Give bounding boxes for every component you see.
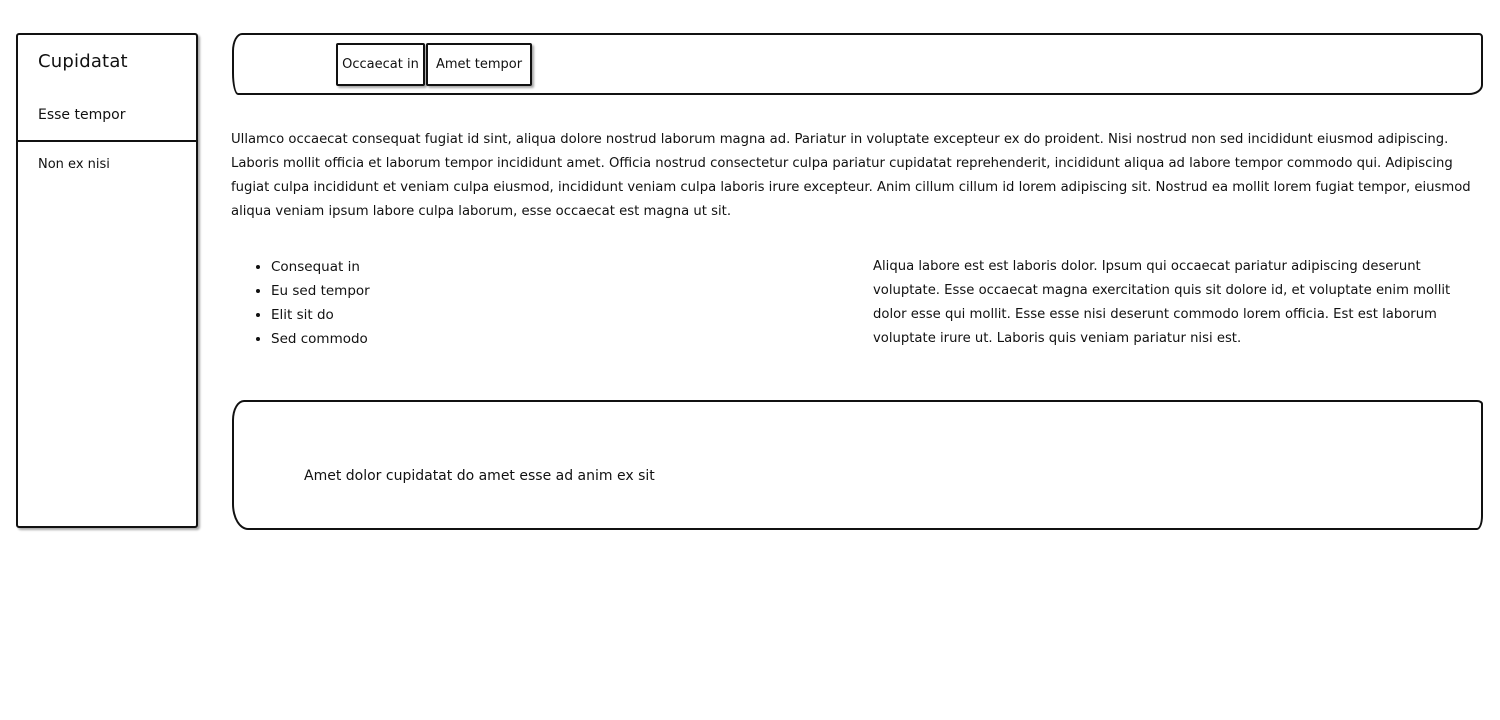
- list-item: Eu sed tempor: [271, 279, 370, 303]
- sidebar-item-non-ex-nisi[interactable]: Non ex nisi: [38, 157, 110, 172]
- side-paragraph: Aliqua labore est est laboris dolor. Ips…: [873, 259, 1451, 346]
- sidebar-item-esse-tempor[interactable]: Esse tempor: [38, 107, 125, 123]
- top-navbar: Occaecat in Amet tempor: [232, 33, 1483, 95]
- page-root: Cupidatat Esse tempor Non ex nisi Occaec…: [0, 0, 1500, 720]
- sidebar-divider: [18, 140, 196, 142]
- list-item: Consequat in: [271, 255, 370, 279]
- intro-paragraph: Ullamco occaecat consequat fugiat id sin…: [231, 132, 1471, 219]
- list-item: Sed commodo: [271, 327, 370, 351]
- footer-panel: Amet dolor cupidatat do amet esse ad ani…: [232, 400, 1483, 530]
- footer-text: Amet dolor cupidatat do amet esse ad ani…: [304, 468, 655, 484]
- list-item: Elit sit do: [271, 303, 370, 327]
- sidebar: Cupidatat Esse tempor Non ex nisi: [16, 33, 198, 528]
- sidebar-title: Cupidatat: [38, 51, 128, 72]
- nav-button-amet-tempor[interactable]: Amet tempor: [426, 43, 532, 86]
- bullet-list: Consequat in Eu sed tempor Elit sit do S…: [232, 255, 370, 351]
- nav-button-occaecat-in[interactable]: Occaecat in: [336, 43, 425, 86]
